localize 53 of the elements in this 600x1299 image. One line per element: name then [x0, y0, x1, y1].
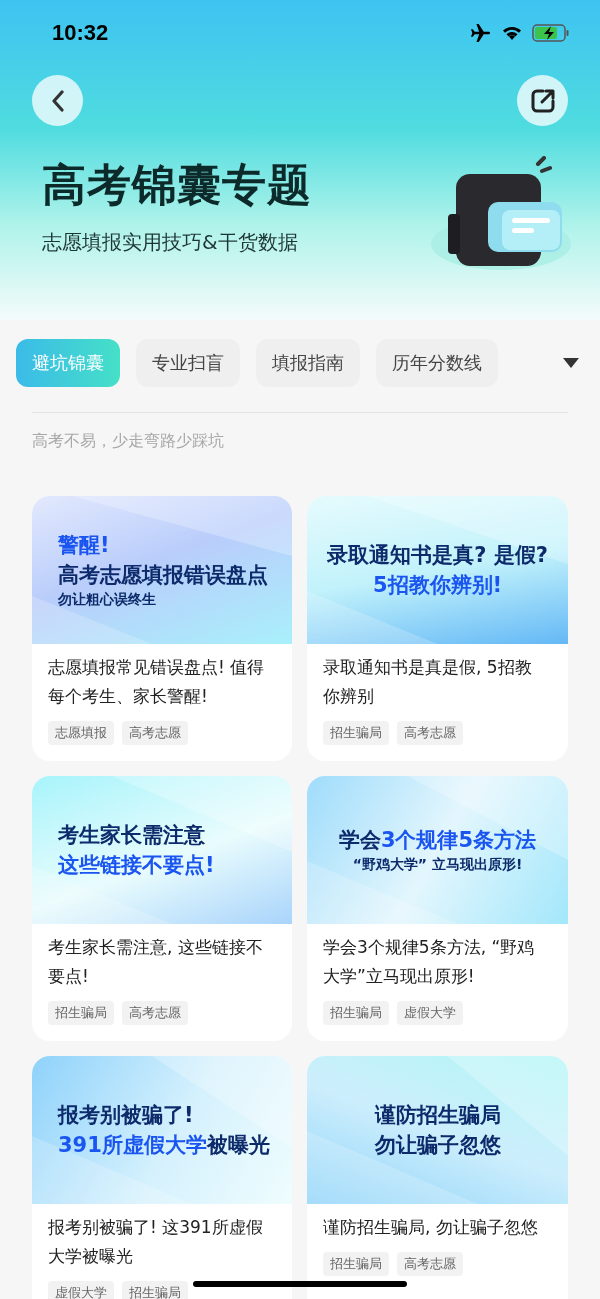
article-card[interactable]: 警醒! 高考志愿填报错误盘点 勿让粗心误终生 志愿填报常见错误盘点! 值得每个考生、家长警醒! 志愿填报 高考志愿 [32, 496, 292, 761]
article-card[interactable]: 谨防招生骗局 勿让骗子忽悠 谨防招生骗局, 勿让骗子忽悠 招生骗局 高考志愿 [307, 1056, 568, 1299]
banner-text: 谨防招生骗局 [374, 1103, 501, 1127]
article-card[interactable]: 考生家长需注意 这些链接不要点! 考生家长需注意, 这些链接不要点! 招生骗局 高考志愿 [32, 776, 292, 1041]
article-tag: 志愿填报 [48, 721, 114, 745]
banner-text: 5招教你辨别! [372, 573, 503, 597]
article-tag: 招生骗局 [48, 1001, 114, 1025]
article-tag: 招生骗局 [323, 1252, 389, 1276]
banner-text: 391所虚假大学 [58, 1133, 207, 1157]
category-tab[interactable]: 历年分数线 [376, 339, 498, 387]
category-tab[interactable]: 专业扫盲 [136, 339, 240, 387]
article-card[interactable]: 报考别被骗了! 391所虚假大学被曝光 报考别被骗了! 这391所虚假大学被曝光 虚假大学 招生骗局 [32, 1056, 292, 1299]
back-icon [50, 89, 65, 112]
banner-text: 报考别被骗了! [58, 1103, 194, 1127]
banner-text: 勿让骗子忽悠 [374, 1133, 501, 1157]
banner-text: 这些链接不要点! [58, 853, 215, 877]
banner-text: 学会 [338, 828, 381, 852]
article-tag: 招生骗局 [122, 1281, 188, 1299]
article-title: 志愿填报常见错误盘点! 值得每个考生、家长警醒! [48, 656, 266, 708]
wifi-icon [502, 25, 522, 41]
article-title: 考生家长需注意, 这些链接不要点! [48, 936, 264, 988]
article-tag: 高考志愿 [122, 721, 188, 745]
article-tag: 高考志愿 [122, 1001, 188, 1025]
banner-text: 录取通知书是真? 是假? [327, 543, 548, 567]
category-tab[interactable]: 填报指南 [256, 339, 360, 387]
article-title: 报考别被骗了! 这391所虚假大学被曝光 [48, 1216, 264, 1268]
status-time: 10:32 [52, 20, 109, 46]
banner-text: 3个规律5条方法 [380, 828, 537, 852]
banner-text: 警醒! [58, 533, 110, 557]
banner-text: 勿让粗心误终生 [58, 591, 156, 607]
banner-text: “野鸡大学” 立马现出原形! [352, 856, 523, 872]
article-tag: 虚假大学 [48, 1281, 114, 1299]
battery-charging-icon [532, 23, 570, 43]
share-button[interactable] [517, 75, 568, 126]
airplane-icon [470, 23, 492, 43]
article-tag: 高考志愿 [397, 1252, 463, 1276]
article-title: 学会3个规律5条方法, “野鸡大学”立马现出原形! [323, 936, 536, 988]
banner-text: 高考志愿填报错误盘点 [58, 563, 268, 587]
banner-text: 考生家长需注意 [58, 823, 205, 847]
dropdown-caret-icon[interactable] [562, 357, 580, 369]
article-title: 谨防招生骗局, 勿让骗子忽悠 [323, 1216, 539, 1239]
page-subtitle: 志愿填报实用技巧&干货数据 [42, 229, 299, 256]
article-tag: 招生骗局 [323, 1001, 389, 1025]
page-title: 高考锦囊专题 [42, 158, 312, 212]
banner-text: 被曝光 [206, 1133, 270, 1157]
back-button[interactable] [32, 75, 83, 126]
section-caption: 高考不易，少走弯路少踩坑 [32, 431, 225, 452]
article-tag: 招生骗局 [323, 721, 389, 745]
article-card[interactable]: 录取通知书是真? 是假? 5招教你辨别! 录取通知书是真是假, 5招教你辨别 招生骗局 高考志愿 [307, 496, 568, 761]
article-tag: 高考志愿 [397, 721, 463, 745]
article-title: 录取通知书是真是假, 5招教你辨别 [323, 656, 533, 708]
article-card[interactable]: 学会3个规律5条方法 “野鸡大学” 立马现出原形! 学会3个规律5条方法, “野鸡大学”立马现出原形! 招生骗局 虚假大学 [307, 776, 568, 1041]
article-tag: 虚假大学 [397, 1001, 463, 1025]
